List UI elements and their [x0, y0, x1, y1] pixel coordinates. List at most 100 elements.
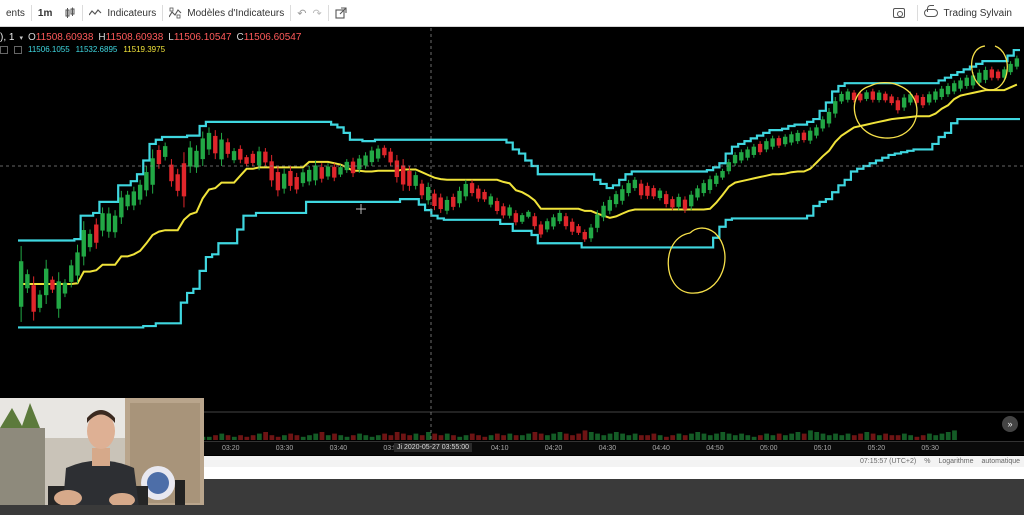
volume-bar: [789, 433, 795, 440]
candle-body: [350, 161, 356, 174]
candle-body: [933, 91, 938, 100]
volume-bar: [808, 430, 813, 440]
volume-bar: [757, 435, 763, 440]
volume-bar: [914, 436, 920, 440]
volume-bar: [444, 433, 450, 440]
candle-body: [50, 279, 55, 290]
candle-body: [726, 162, 731, 172]
candle-body: [814, 127, 819, 136]
candle-body: [670, 199, 675, 208]
candle-body: [357, 158, 362, 170]
candle-body: [200, 138, 205, 160]
volume-bar: [282, 435, 287, 440]
chart-pane[interactable]: ), 1 ▾ O11508.60938 H11508.60938 L11506.…: [0, 28, 1024, 458]
candle-body: [958, 80, 963, 89]
candle-body: [426, 186, 431, 201]
candle-body: [100, 213, 105, 231]
candle-body: [438, 197, 443, 210]
account-button[interactable]: Trading Sylvain: [918, 0, 1024, 27]
chart-type-button[interactable]: [58, 0, 82, 27]
toolbar-left-text: ents: [6, 7, 25, 19]
scroll-to-realtime-button[interactable]: »: [1002, 416, 1018, 432]
interval-button[interactable]: 1m: [32, 0, 58, 27]
volume-bar: [325, 435, 331, 440]
trading-app: ents 1m Indicateurs Modèles d'Indicateur…: [0, 0, 1024, 515]
volume-bar: [676, 433, 682, 440]
candle-body: [206, 132, 212, 150]
candle-body: [69, 265, 74, 282]
time-tick-label: 05:00: [760, 445, 778, 452]
candle-body: [56, 281, 61, 309]
volume-bar: [820, 433, 826, 440]
candle-body: [375, 148, 381, 159]
volume-bar: [720, 432, 726, 440]
ohlc-close: C11506.60547: [236, 32, 302, 43]
indicator-value-basis: 11519.3975: [123, 45, 166, 54]
popout-button[interactable]: [329, 0, 353, 27]
indicator-settings-icon[interactable]: [14, 45, 22, 54]
camera-icon: [893, 8, 906, 18]
candle-body: [870, 91, 876, 100]
volume-bar: [632, 433, 638, 440]
candle-body: [839, 93, 844, 102]
toolbar-left-partial[interactable]: ents: [0, 0, 31, 27]
candle-body: [864, 92, 869, 99]
candle-body: [776, 138, 782, 146]
candle-body: [25, 274, 30, 289]
symbol-dropdown-icon[interactable]: ▾: [19, 34, 23, 42]
volume-bar: [369, 436, 375, 440]
volume-bar: [582, 430, 588, 440]
snapshot-button[interactable]: [881, 0, 917, 27]
volume-bar: [482, 436, 488, 440]
volume-bar: [551, 433, 557, 440]
volume-bar: [501, 435, 506, 440]
candle-body: [407, 170, 412, 186]
candle-body: [188, 147, 193, 167]
candle-body: [238, 148, 243, 160]
auto-toggle[interactable]: automatique: [981, 458, 1020, 465]
undo-icon: ↶: [297, 7, 307, 20]
candle-body: [94, 224, 99, 243]
volume-bar: [601, 435, 607, 440]
price-chart[interactable]: [0, 28, 1024, 441]
bottom-panel-header: [204, 467, 1024, 479]
candle-body: [175, 174, 180, 191]
candle-body: [137, 184, 143, 200]
volume-bar: [363, 435, 369, 440]
volume-bar: [375, 435, 381, 440]
candle-body: [845, 91, 850, 100]
volume-bar: [244, 436, 250, 440]
candle-body: [501, 206, 506, 216]
candle-body: [595, 214, 600, 228]
volume-bar: [745, 435, 751, 440]
indicator-eye-icon[interactable]: [0, 45, 8, 54]
candle-body: [601, 205, 606, 218]
redo-button[interactable]: ↷: [312, 0, 327, 27]
templates-button[interactable]: Modèles d'Indicateurs: [163, 0, 290, 27]
log-toggle[interactable]: Logarithme: [938, 458, 973, 465]
volume-bar: [307, 435, 312, 440]
candle-body: [507, 207, 512, 216]
candle-body: [895, 100, 901, 111]
percent-toggle[interactable]: %: [924, 458, 930, 465]
volume-bar: [638, 435, 644, 440]
crosshair-time-label: Ji 2020-05-27 03:55:00: [394, 443, 472, 452]
volume-bar: [714, 433, 719, 440]
candle-body: [494, 201, 500, 211]
account-label: Trading Sylvain: [943, 7, 1012, 19]
undo-button[interactable]: ↶: [291, 0, 312, 27]
candle-body: [632, 179, 638, 189]
candle-body: [388, 151, 393, 163]
indicators-button[interactable]: Indicateurs: [83, 0, 162, 27]
symbol-label[interactable]: ), 1: [0, 32, 14, 43]
volume-bar: [726, 433, 732, 440]
volume-bar: [213, 435, 218, 440]
time-tick-label: 05:20: [867, 445, 886, 452]
candle-body: [613, 194, 619, 205]
candle-body: [18, 261, 24, 307]
candle-body: [638, 183, 644, 196]
time-tick-label: 05:10: [813, 445, 832, 452]
volume-bar: [238, 435, 243, 440]
time-tick-label: 03:40: [329, 445, 348, 452]
volume-bar: [851, 435, 857, 440]
